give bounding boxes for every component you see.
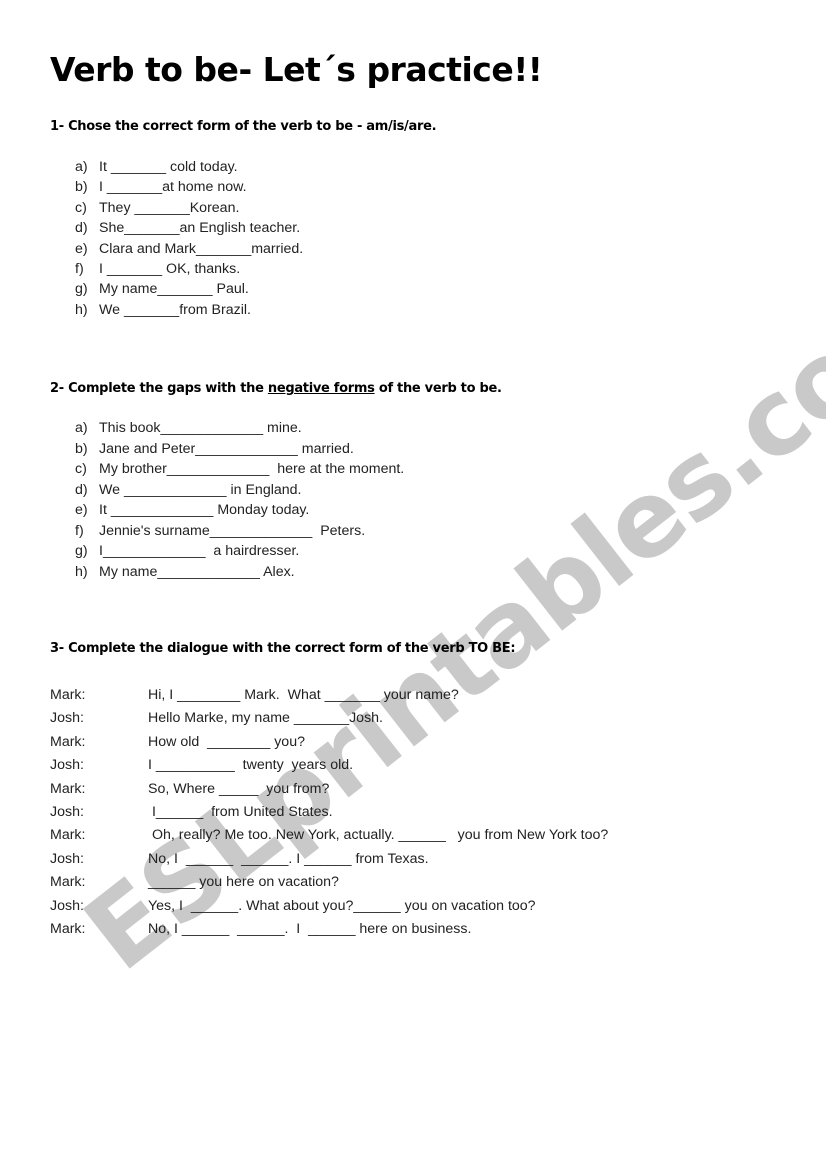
dialogue-line: Mark: No, I ______ ______. I ______ here … [50,918,608,941]
speaker-name: Josh: [50,850,84,867]
item-label: g) [75,543,88,559]
item-text: It _____________ Monday today. [99,502,310,518]
line-text: No, I ______ ______. I ______ from Texas… [148,850,429,867]
dialogue-line: Mark: How old ________ you? [50,731,608,754]
dialogue-line: Mark: Hi, I ________ Mark. What _______ y… [50,684,608,707]
item-label: c) [75,461,87,477]
speaker-name: Josh: [50,757,84,774]
dialogue-line: Mark: So, Where _____ you from? [50,778,608,801]
exercise-item: a) It _______ cold today. [75,157,303,177]
dialogue: Mark: Hi, I ________ Mark. What _______ y… [50,684,608,941]
dialogue-line: Mark: ______ you here on vacation? [50,871,608,894]
speaker-name: Josh: [50,897,84,914]
item-label: b) [75,179,88,196]
item-label: d) [75,220,88,237]
item-text: My brother_____________ here at the mome… [99,461,405,477]
speaker-name: Mark: [50,920,86,937]
line-text: I __________ twenty years old. [148,757,354,774]
item-text: We _______from Brazil. [99,301,251,318]
section-1-list: a) It _______ cold today. b) I _______at h… [75,157,303,320]
line-text: No, I ______ ______. I ______ here on bu… [148,920,472,937]
speaker-name: Josh: [50,710,84,727]
worksheet-page: ESLprintables.com Verb to be- Let´s prac… [0,0,826,1169]
exercise-item: b) Jane and Peter_____________ married. [75,439,404,460]
line-text: So, Where _____ you from? [148,780,330,797]
section-2-list: a) This book_____________ mine. b) Jane an… [75,418,404,582]
exercise-item: f) I _______ OK, thanks. [75,259,303,279]
item-text: They _______Korean. [99,199,240,216]
section-3-heading: 3- Complete the dialogue with the correc… [50,641,516,656]
item-text: This book_____________ mine. [99,420,302,436]
item-label: b) [75,440,88,457]
item-text: We _____________ in England. [99,481,302,498]
dialogue-line: Josh: Hello Marke, my name _______Josh. [50,707,608,730]
dialogue-line: Josh: No, I ______ ______. I ______ from … [50,848,608,871]
exercise-item: f) Jennie's surname_____________ Peters. [75,521,404,542]
exercise-item: e) It _____________ Monday today. [75,500,404,521]
dialogue-line: Josh: I______ from United States. [50,801,608,824]
heading-prefix: 2- Complete the gaps with the [50,381,268,396]
item-text: My name_______ Paul. [99,281,249,298]
item-label: e) [75,240,88,257]
line-text: How old ________ you? [148,733,305,750]
item-label: a) [75,420,88,436]
item-text: I _______at home now. [99,179,247,196]
exercise-item: c) They _______Korean. [75,198,303,218]
exercise-item: b) I _______at home now. [75,177,303,197]
exercise-item: d) We _____________ in England. [75,480,404,501]
speaker-name: Mark: [50,780,86,797]
item-label: c) [75,199,87,216]
exercise-item: e) Clara and Mark_______married. [75,239,303,259]
line-text: Hi, I ________ Mark. What _______ your n… [148,687,459,703]
exercise-item: h) My name_____________ Alex. [75,562,404,583]
line-text: Yes, I ______. What about you?______ you… [148,897,536,914]
item-label: f) [75,260,84,277]
dialogue-line: Josh: Yes, I ______. What about you?_____… [50,895,608,918]
item-text: I_____________ a hairdresser. [99,543,300,559]
speaker-name: Josh: [50,803,84,820]
heading-emphasis: negative forms [267,381,375,396]
dialogue-line: Josh: I __________ twenty years old. [50,754,608,777]
exercise-item: c) My brother_____________ here at the mo… [75,459,404,480]
exercise-item: d) She_______an English teacher. [75,218,303,238]
speaker-name: Mark: [50,687,86,703]
speaker-name: Mark: [50,733,86,750]
heading-suffix: of the verb to be. [374,381,502,396]
worksheet-title: Verb to be- Let´s practice!! [50,50,543,89]
item-label: a) [75,159,88,175]
item-label: h) [75,301,88,318]
item-text: Clara and Mark_______married. [99,240,304,257]
exercise-item: g) My name_______ Paul. [75,279,303,299]
line-text: Oh, really? Me too. New York, actually. … [148,827,609,844]
item-text: She_______an English teacher. [99,220,301,237]
line-text: Hello Marke, my name _______Josh. [148,710,384,727]
section-2-heading: 2- Complete the gaps with the negative f… [50,381,502,397]
line-text: I______ from United States. [148,803,333,820]
item-text: I _______ OK, thanks. [99,260,241,277]
dialogue-line: Mark: Oh, really? Me too. New York, actu… [50,824,608,847]
worksheet-content: Verb to be- Let´s practice!! 1- Chose th… [0,0,826,1169]
exercise-item: g) I_____________ a hairdresser. [75,541,404,562]
item-label: g) [75,281,88,298]
line-text: ______ you here on vacation? [148,874,339,891]
item-label: e) [75,502,88,518]
item-label: f) [75,522,84,539]
exercise-item: a) This book_____________ mine. [75,418,404,439]
section-1-heading: 1- Chose the correct form of the verb to… [50,119,437,134]
item-label: d) [75,481,88,498]
item-text: Jennie's surname_____________ Peters. [99,522,366,539]
speaker-name: Mark: [50,827,86,844]
item-text: Jane and Peter_____________ married. [99,440,354,457]
item-label: h) [75,563,88,580]
speaker-name: Mark: [50,874,86,891]
item-text: My name_____________ Alex. [99,563,295,580]
item-text: It _______ cold today. [99,159,238,175]
exercise-item: h) We _______from Brazil. [75,300,303,320]
